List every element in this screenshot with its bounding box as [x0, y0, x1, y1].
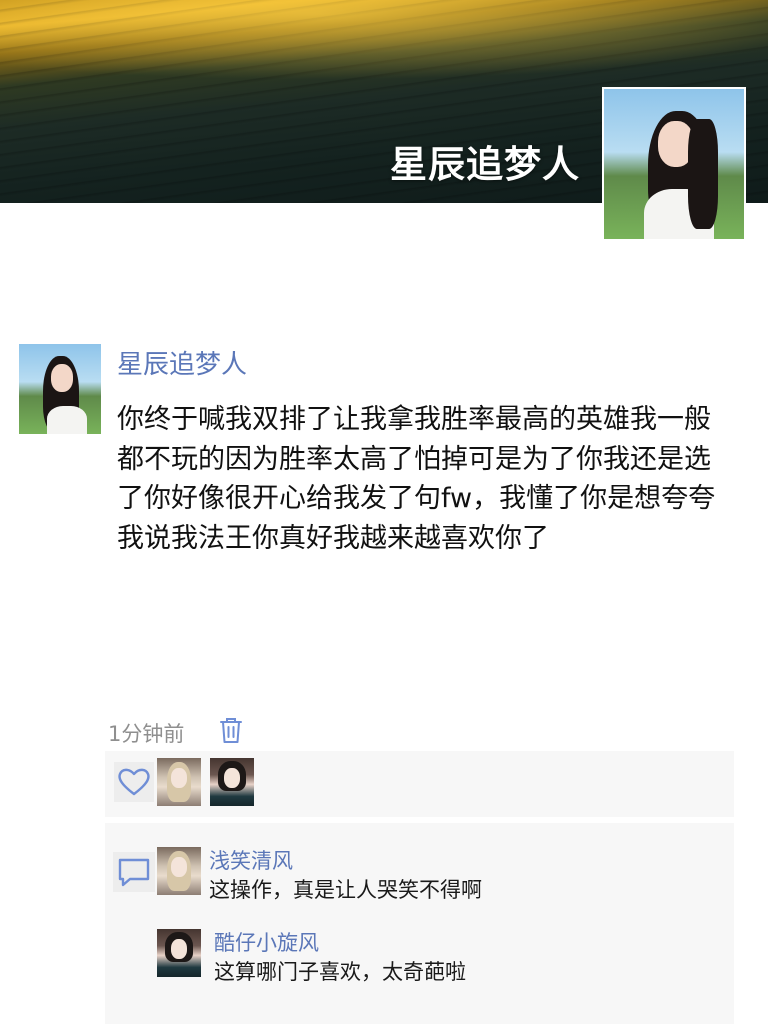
post-avatar[interactable] [19, 344, 101, 434]
cover-sheen [0, 0, 768, 80]
comment-avatar-1[interactable] [157, 847, 201, 895]
liker-avatar-1[interactable] [157, 758, 201, 806]
post-author-name[interactable]: 星辰追梦人 [117, 344, 247, 381]
heart-icon[interactable] [114, 762, 154, 802]
profile-avatar[interactable] [602, 87, 746, 241]
post-text: 你终于喊我双排了让我拿我胜率最高的英雄我一般都不玩的因为胜率太高了怕掉可是为了你… [117, 404, 716, 554]
comment-author-1[interactable]: 浅笑清风 [209, 845, 293, 875]
comment-text-2: 这算哪门子喜欢，太奇葩啦 [214, 960, 466, 984]
comment-avatar-2[interactable] [157, 929, 201, 977]
comment-icon[interactable] [113, 852, 155, 892]
comment-author-2[interactable]: 酷仔小旋风 [214, 927, 319, 957]
trash-icon[interactable] [219, 716, 243, 744]
post-time: 1分钟前 [108, 722, 185, 746]
comment-text-1: 这操作，真是让人哭笑不得啊 [209, 878, 482, 902]
liker-avatar-2[interactable] [210, 758, 254, 806]
profile-name: 星辰追梦人 [390, 143, 580, 186]
